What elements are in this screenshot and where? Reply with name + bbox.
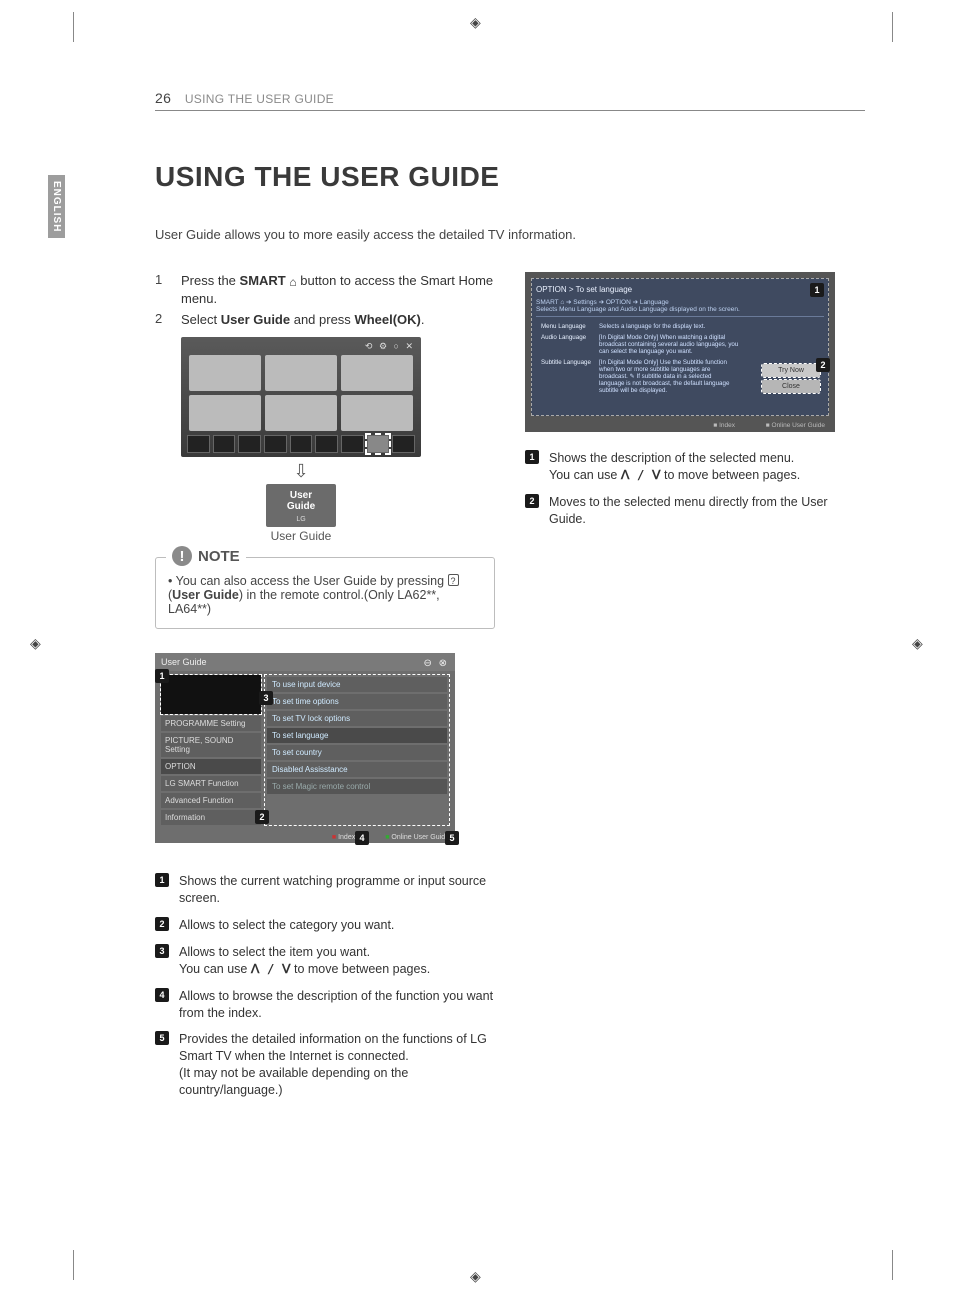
registration-mark-right: ◈ [912,635,923,652]
legend-right: 1 Shows the description of the selected … [525,450,865,528]
ug2-cat: PICTURE, SOUND Setting [161,733,261,757]
step2-wheel: Wheel(OK) [354,312,420,327]
legend5a-text: Provides the detailed information on the… [179,1032,487,1063]
ug2-footer-online: Online User Guide [385,834,449,841]
step-2: 2 Select User Guide and press Wheel(OK). [155,311,495,329]
step2-post: . [421,312,425,327]
ug2-item: Disabled Assisstance [267,762,447,777]
legend-badge-4: 4 [155,988,169,1002]
chevron-icons: ꓥ / ꓦ [621,467,661,482]
step2-userguide: User Guide [221,312,290,327]
legend-r1b-pre: You can use [549,468,621,482]
step2-mid: and press [290,312,354,327]
screenshot-language-detail: ⊖ ⊗ OPTION > To set language 1 SMART ⌂ ➔… [525,272,835,432]
legend3b-post: to move between pages. [291,962,431,976]
ug2-item: To set TV lock options [267,711,447,726]
step1-smart: SMART [240,273,286,288]
ug3-table: Menu LanguageSelects a language for the … [536,320,743,397]
legend-badge-2: 2 [155,917,169,931]
callout-5: 5 [445,831,459,845]
step1-pre: Press the [181,273,240,288]
step-1: 1 Press the SMART ⌂ button to access the… [155,272,495,307]
legend5b-text: (It may not be available depending on th… [179,1066,408,1097]
userguide-key-icon: ? [448,574,459,586]
ug2-window-icons: ⊖ ⊗ [423,655,449,673]
legend-r-badge-2: 2 [525,494,539,508]
ug2-item: To set Magic remote control [267,779,447,794]
note-pre: You can also access the User Guide by pr… [176,574,448,588]
ug2-cat: LG SMART Function [161,776,261,791]
home-icon: ⌂ [289,274,296,290]
note-icon: ! [172,546,192,566]
ug3-breadcrumb: OPTION > To set language [536,285,824,294]
running-head-text: USING THE USER GUIDE [185,92,334,106]
user-guide-caption: User Guide [181,529,421,543]
callout-2: 2 [255,810,269,824]
callout-4: 4 [355,831,369,845]
callout-1: 1 [155,669,169,683]
legend3b-pre: You can use [179,962,251,976]
legend4-text: Allows to browse the description of the … [179,988,495,1022]
ug2-cat: Information2 [161,810,261,825]
legend-left: 1 Shows the current watching programme o… [155,873,495,1099]
ug2-item: To use input device [267,677,447,692]
registration-mark-left: ◈ [30,635,41,652]
page: 26 USING THE USER GUIDE USING THE USER G… [75,20,895,1270]
arrow-down-icon: ⇩ [181,461,421,482]
ug3-sub1: SMART ⌂ ➔ Settings ➔ OPTION ➔ Language [536,298,824,306]
left-column: 1 Press the SMART ⌂ button to access the… [155,272,495,1109]
legend-badge-1: 1 [155,873,169,887]
ug2-cat: OPTION [161,759,261,774]
callout-3: 3 [259,691,273,705]
note-ug: User Guide [172,588,239,602]
ug3-foot-index: ■ Index [713,422,735,429]
ug2-item: To set time options [267,694,447,709]
ug2-footer-index: Index [332,834,355,841]
chevron-icons: ꓥ / ꓦ [251,961,291,976]
note-heading: NOTE [198,548,240,565]
legend-badge-3: 3 [155,944,169,958]
ug2-item: To set country [267,745,447,760]
intro-text: User Guide allows you to more easily acc… [155,227,865,242]
ug2-header: User Guide [161,657,207,667]
legend-r2: Moves to the selected menu directly from… [549,494,865,528]
user-guide-tile: User Guide LG [266,484,336,528]
ug3-sub2: Selects Menu Language and Audio Language… [536,306,824,313]
legend2-text: Allows to select the category you want. [179,917,495,934]
ug3-foot-online: ■ Online User Guide [766,422,825,429]
callout-r2: 2 [816,358,830,372]
legend1-text: Shows the current watching programme or … [179,873,495,907]
note-box: ! NOTE You can also access the User Guid… [155,557,495,629]
ug2-item: To set language [267,728,447,743]
close-button[interactable]: Close [762,380,820,393]
running-head: 26 USING THE USER GUIDE [155,90,865,111]
legend-r1a: Shows the description of the selected me… [549,451,794,465]
right-column: ⊖ ⊗ OPTION > To set language 1 SMART ⌂ ➔… [525,272,865,1109]
screenshot-user-guide-list: User Guide ⊖ ⊗ 1 PROGRAMME Setting PICTU… [155,653,455,843]
language-tab: ENGLISH [48,175,65,238]
callout-r1: 1 [810,283,824,297]
ug2-cat: Advanced Function [161,793,261,808]
legend-badge-5: 5 [155,1031,169,1045]
try-now-button[interactable]: Try Now [762,364,820,377]
legend-r1b-post: to move between pages. [661,468,801,482]
step2-pre: Select [181,312,221,327]
page-number: 26 [155,90,171,106]
legend3a-text: Allows to select the item you want. [179,945,370,959]
screenshot-smart-home: ⟲ ⚙ ○ ✕ [181,337,421,457]
legend-r-badge-1: 1 [525,450,539,464]
page-title: USING THE USER GUIDE [155,161,865,193]
ug2-cat: PROGRAMME Setting [161,716,261,731]
registration-mark-bottom: ◈ [470,1268,481,1285]
